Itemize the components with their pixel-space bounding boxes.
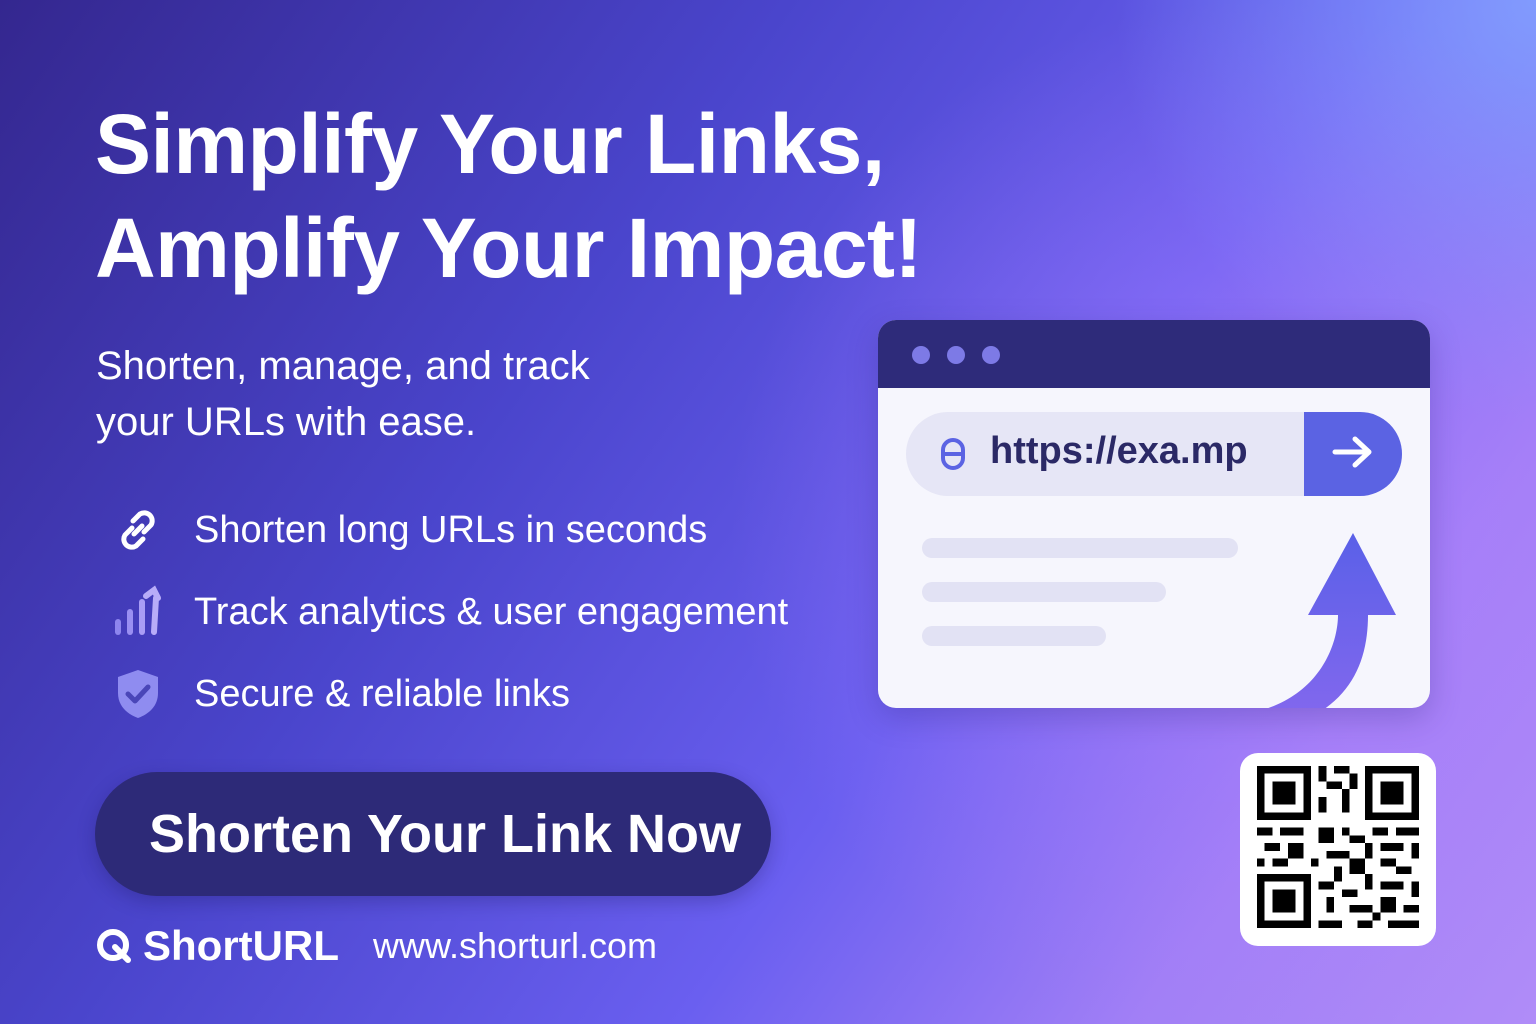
url-input[interactable]: https://exa.mp (906, 412, 1402, 496)
headline-line-1: Simplify Your Links, (95, 97, 885, 191)
feature-item-shorten: Shorten long URLs in seconds (108, 500, 788, 560)
subheadline: Shorten, manage, and track your URLs wit… (96, 338, 736, 450)
subheadline-line-2: your URLs with ease. (96, 400, 477, 444)
go-button[interactable] (1304, 412, 1402, 496)
shorturl-logo-icon (95, 927, 133, 965)
feature-list: Shorten long URLs in seconds Track analy… (108, 500, 788, 746)
feature-text: Shorten long URLs in seconds (194, 508, 708, 551)
window-dot-icon (947, 346, 965, 364)
arrow-right-icon (1331, 434, 1375, 475)
link-icon (108, 502, 168, 558)
subheadline-line-1: Shorten, manage, and track (96, 344, 590, 388)
shield-check-icon (108, 666, 168, 722)
headline-line-2: Amplify Your Impact! (95, 201, 923, 295)
browser-title-bar (878, 320, 1430, 388)
feature-text: Secure & reliable links (194, 672, 570, 715)
shorten-link-button[interactable]: Shorten Your Link Now (95, 772, 771, 896)
window-dot-icon (912, 346, 930, 364)
qr-code[interactable] (1240, 753, 1436, 946)
url-text: https://exa.mp (990, 430, 1248, 472)
curved-up-arrow-icon (1198, 525, 1398, 708)
headline: Simplify Your Links, Amplify Your Impact… (95, 92, 923, 300)
browser-mockup: https://exa.mp (878, 320, 1430, 708)
brand-url[interactable]: www.shorturl.com (373, 925, 657, 967)
content-placeholder-line (922, 538, 1238, 558)
feature-item-secure: Secure & reliable links (108, 664, 788, 724)
analytics-icon (108, 584, 168, 640)
feature-item-analytics: Track analytics & user engagement (108, 582, 788, 642)
feature-text: Track analytics & user engagement (194, 590, 789, 633)
content-placeholder-line (922, 626, 1106, 646)
window-dot-icon (982, 346, 1000, 364)
lock-icon (940, 436, 966, 475)
content-placeholder-line (922, 582, 1166, 602)
qr-code-icon (1255, 766, 1421, 933)
brand-footer: ShortURL www.shorturl.com (95, 918, 657, 974)
brand-name: ShortURL (143, 922, 339, 969)
